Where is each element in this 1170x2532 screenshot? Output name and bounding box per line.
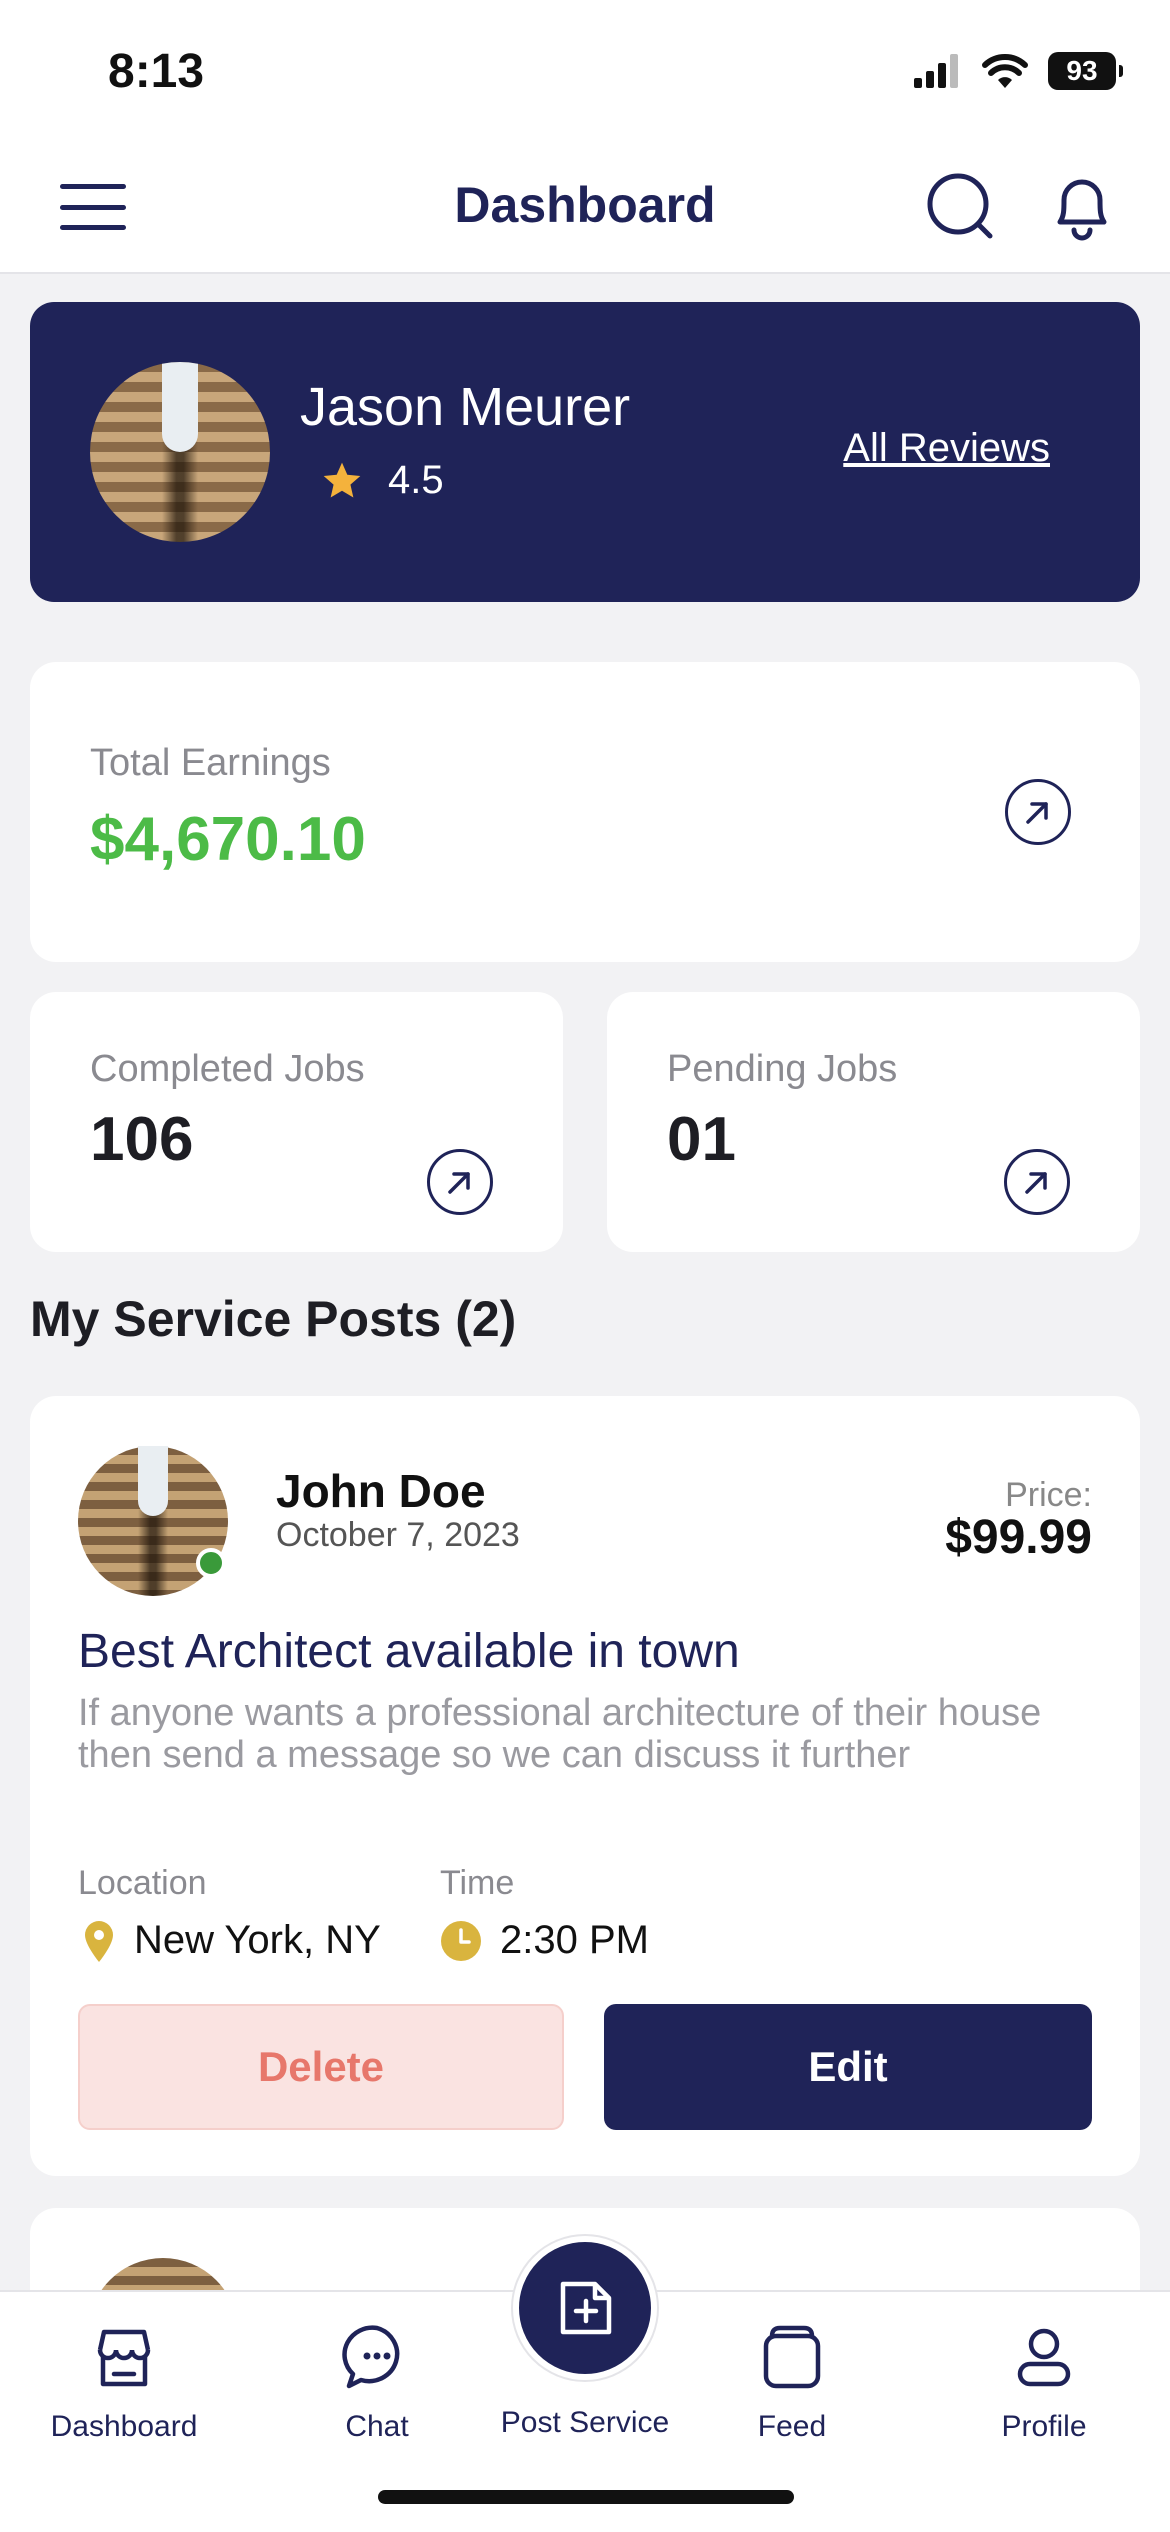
nav-label: Dashboard [50,2410,198,2443]
location-info: New York, NY [82,1918,381,1963]
pending-jobs-value: 01 [667,1105,736,1174]
nav-item-profile[interactable]: Profile [944,2322,1144,2444]
arrow-up-right-icon[interactable] [1005,779,1071,845]
status-time: 8:13 [108,45,205,98]
poster-name: John Doe [276,1465,486,1517]
section-title: My Service Posts (2) [30,1291,517,1347]
completed-jobs-card[interactable]: Completed Jobs 106 [30,992,563,1252]
feed-icon [763,2325,821,2389]
status-bar: 8:13 93 [0,0,1170,140]
service-post-card: John Doe October 7, 2023 Price: $99.99 B… [30,1396,1140,2176]
post-date: October 7, 2023 [276,1516,520,1554]
earnings-label: Total Earnings [90,742,331,784]
star-icon [323,462,361,497]
search-icon[interactable] [924,170,996,242]
location-label: Location [78,1864,207,1902]
edit-button[interactable]: Edit [604,2004,1092,2130]
location-value: New York, NY [134,1918,381,1962]
earnings-value: $4,670.10 [90,805,366,874]
battery-indicator: 93 [1048,52,1123,90]
app-header: Dashboard [0,140,1170,274]
post-title: Best Architect available in town [78,1625,740,1678]
chat-icon [342,2325,400,2389]
all-reviews-link[interactable]: All Reviews [843,426,1050,471]
rating: 4.5 [320,458,444,503]
post-service-button[interactable] [513,2236,657,2380]
status-icons: 93 [914,52,1123,90]
pending-jobs-label: Pending Jobs [667,1048,898,1090]
profile-name: Jason Meurer [300,377,631,437]
profile-card: Jason Meurer 4.5 All Reviews [30,302,1140,602]
bell-icon[interactable] [1046,170,1118,242]
nav-label: Chat [345,2410,409,2443]
pending-jobs-card[interactable]: Pending Jobs 01 [607,992,1140,1252]
location-pin-icon [85,1920,113,1962]
signal-icon [914,54,958,88]
price-value: $99.99 [945,1511,1092,1564]
time-label: Time [440,1864,515,1902]
completed-jobs-label: Completed Jobs [90,1048,365,1090]
earnings-card[interactable]: Total Earnings $4,670.10 [30,662,1140,962]
post-service-label: Post Service [500,2406,670,2439]
wifi-icon [982,54,1028,88]
home-indicator [378,2490,794,2504]
store-icon [97,2329,151,2387]
arrow-up-right-icon[interactable] [427,1149,493,1215]
nav-label: Profile [1001,2410,1087,2443]
time-value: 2:30 PM [500,1918,649,1962]
arrow-up-right-icon[interactable] [1004,1149,1070,1215]
time-info: 2:30 PM [440,1918,649,1963]
post-description: If anyone wants a professional architect… [78,1692,1042,1776]
nav-item-dashboard[interactable]: Dashboard [24,2322,224,2444]
add-post-icon [560,2281,612,2335]
avatar [90,362,270,542]
nav-label: Feed [757,2410,827,2443]
clock-icon [441,1920,481,1961]
delete-button[interactable]: Delete [78,2004,564,2130]
online-status-dot [196,1548,226,1578]
rating-value: 4.5 [388,458,444,502]
user-icon [1017,2328,1071,2387]
completed-jobs-value: 106 [90,1105,194,1174]
